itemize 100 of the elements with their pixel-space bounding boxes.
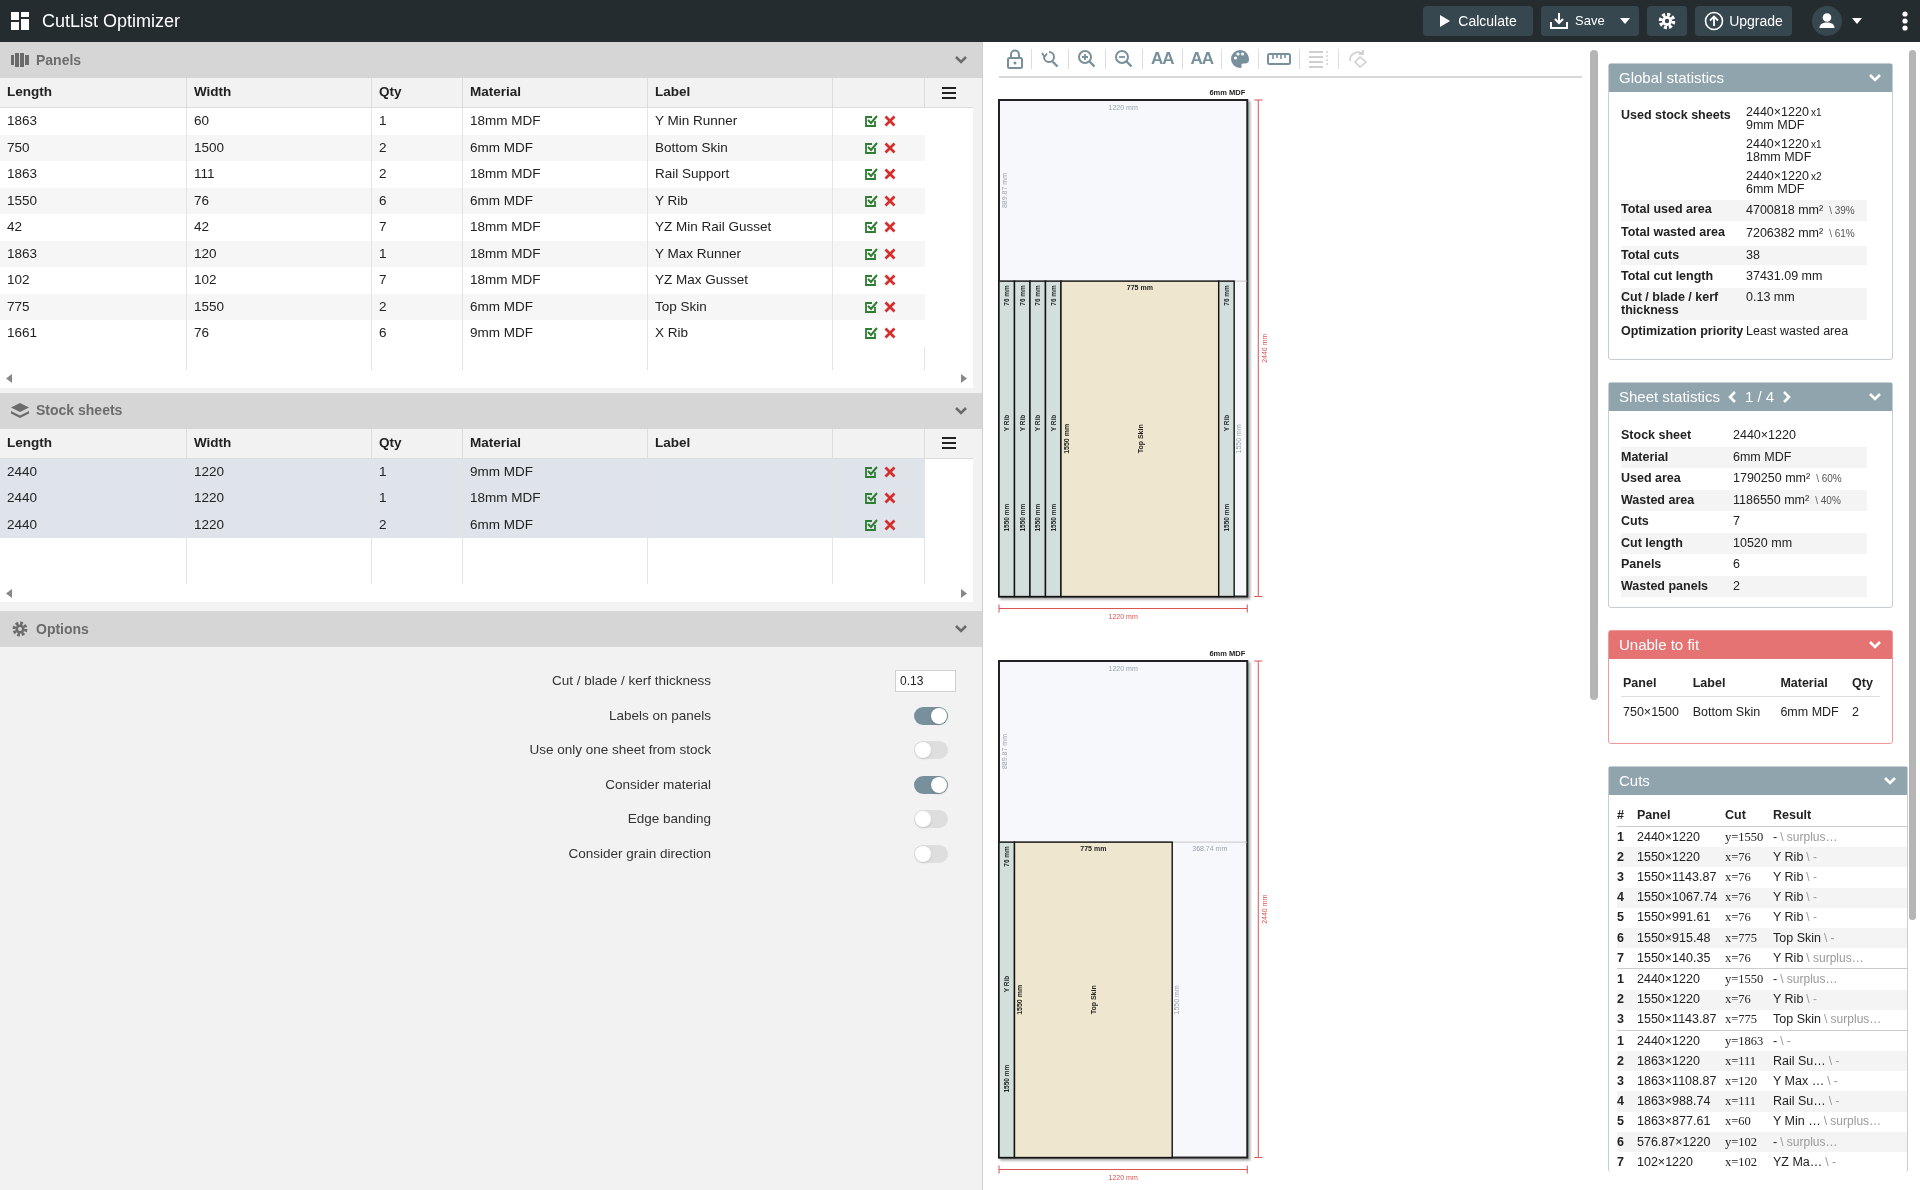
checkbox-edit-icon[interactable] xyxy=(864,140,878,155)
menu-icon[interactable] xyxy=(942,86,956,99)
table-cell-text: 1 xyxy=(379,244,387,263)
delete-icon[interactable] xyxy=(884,300,896,313)
stat-label: Optimization priority xyxy=(1621,325,1745,338)
column-header: Panel xyxy=(1637,807,1672,825)
table-cell-text: YZ Max Gusset xyxy=(655,271,749,290)
stat-label: Panels xyxy=(1621,558,1663,572)
table-cell-text: y=1550 xyxy=(1725,971,1765,989)
delete-icon[interactable] xyxy=(884,221,896,234)
table-cell-text: 111 xyxy=(194,165,215,184)
toggle-switch[interactable] xyxy=(914,810,948,829)
checkbox-edit-icon[interactable] xyxy=(864,491,878,506)
table-cell-text: 102 xyxy=(7,271,30,290)
scroll-right-icon[interactable] xyxy=(961,374,967,383)
toggle-switch[interactable] xyxy=(914,741,948,760)
delete-icon[interactable] xyxy=(884,115,896,128)
delete-icon[interactable] xyxy=(884,518,896,531)
table-cell-text: 76 xyxy=(194,324,210,343)
table-row[interactable]: 2440 1220 1 9mm MDF xyxy=(0,458,925,485)
checkbox-edit-icon[interactable] xyxy=(864,246,878,261)
table-cell-text: y=102 xyxy=(1725,1133,1759,1151)
save-button[interactable]: Save xyxy=(1541,6,1639,36)
delete-icon[interactable] xyxy=(884,274,896,287)
chevron-down-icon[interactable] xyxy=(954,405,968,416)
table-row[interactable]: 1550 76 6 6mm MDF Y Rib xyxy=(0,187,925,214)
table-cell-text: 6mm MDF xyxy=(470,138,533,157)
scroll-right-icon[interactable] xyxy=(961,588,967,598)
table-cell-text: 1 xyxy=(379,112,387,131)
checkbox-edit-icon[interactable] xyxy=(864,273,878,288)
scrollbar[interactable] xyxy=(1909,50,1916,920)
delete-icon[interactable] xyxy=(884,247,896,260)
checkbox-edit-icon[interactable] xyxy=(864,517,878,532)
chevron-down-icon[interactable] xyxy=(954,55,968,65)
checkbox-edit-icon[interactable] xyxy=(864,114,878,129)
upgrade-button[interactable]: Upgrade xyxy=(1695,6,1792,36)
checkbox-edit-icon[interactable] xyxy=(864,220,878,235)
table-cell-text: 775 xyxy=(7,297,30,316)
table-cell-text: 6mm MDF xyxy=(470,297,533,316)
toggle-switch[interactable] xyxy=(914,706,948,725)
checkbox-edit-icon[interactable] xyxy=(864,299,878,314)
sheet-size: 2440×1220 xyxy=(1746,106,1809,118)
section-header[interactable]: Panels xyxy=(0,42,982,78)
stat-label: Material xyxy=(1621,450,1670,464)
toggle-switch[interactable] xyxy=(914,844,948,863)
table-cell-text: y=1863 xyxy=(1725,1032,1765,1050)
stat-value: 6mm MDF xyxy=(1733,450,1792,464)
cut-number: 1 xyxy=(1617,971,1625,989)
table-cell-text: 2440×1220 xyxy=(1637,971,1701,989)
toggle-switch[interactable] xyxy=(914,775,948,794)
settings-button[interactable] xyxy=(1647,6,1687,36)
table-cell-text: Y Rib xyxy=(655,191,688,210)
page-indicator: 1 / 4 xyxy=(1744,386,1775,407)
table-row[interactable]: 750 1500 2 6mm MDF Bottom Skin xyxy=(0,134,925,161)
table-cell-text: 6mm MDF xyxy=(470,515,533,534)
card-title: Cuts xyxy=(1619,770,1650,791)
account-menu[interactable] xyxy=(1812,6,1862,36)
previous-icon[interactable] xyxy=(1727,391,1737,403)
result-text: YZ Ma… xyxy=(1773,1153,1823,1171)
delete-icon[interactable] xyxy=(884,327,896,340)
column-header: Width xyxy=(194,83,232,102)
table-row[interactable]: 2440 1220 1 18mm MDF xyxy=(0,485,925,512)
checkbox-edit-icon[interactable] xyxy=(864,464,878,479)
scrollbar[interactable] xyxy=(1590,50,1598,700)
table-cell-text: 1863×1220 xyxy=(1637,1052,1701,1070)
stat-label: Stock sheet xyxy=(1621,429,1693,443)
scroll-left-icon[interactable] xyxy=(6,374,12,383)
delete-icon[interactable] xyxy=(884,492,896,505)
table-cell-text: 1863×1108.87 xyxy=(1637,1072,1718,1090)
kerf-thickness-field[interactable]: 0.13 xyxy=(895,670,956,693)
checkbox-edit-icon[interactable] xyxy=(864,167,878,182)
delete-icon[interactable] xyxy=(884,465,896,478)
chevron-down-icon[interactable] xyxy=(954,624,968,634)
sheet-size: 2440×1220 xyxy=(1746,138,1809,150)
menu-icon[interactable] xyxy=(942,437,956,449)
section-header[interactable]: Stock sheets xyxy=(0,392,982,429)
cut-number: 4 xyxy=(1617,889,1625,907)
table-cell-text: 1661 xyxy=(7,324,38,343)
calculate-button[interactable]: Calculate xyxy=(1423,6,1533,36)
delete-icon[interactable] xyxy=(884,168,896,181)
user-avatar-icon xyxy=(1812,6,1842,36)
table-cell-text: 2 xyxy=(1851,703,1861,721)
result-text: - xyxy=(1773,971,1778,989)
table-row[interactable]: 775 1550 2 6mm MDF Top Skin xyxy=(0,293,925,320)
table-cell-text: 18mm MDF xyxy=(470,165,541,184)
next-icon[interactable] xyxy=(1782,391,1792,403)
table-cell-text: 6 xyxy=(379,324,387,343)
table-row[interactable]: 2440 1220 2 6mm MDF xyxy=(0,511,925,538)
delete-icon[interactable] xyxy=(884,194,896,207)
scroll-left-icon[interactable] xyxy=(6,588,12,598)
table-cell-text: 1550×1220 xyxy=(1637,848,1701,866)
delete-icon[interactable] xyxy=(884,141,896,154)
table-cell-text: 18mm MDF xyxy=(470,218,541,237)
table-row[interactable]: 1863 120 1 18mm MDF Y Max Runner xyxy=(0,240,925,267)
more-menu-button[interactable] xyxy=(1902,11,1908,31)
table-cell-text: x=775 xyxy=(1725,929,1759,947)
checkbox-edit-icon[interactable] xyxy=(864,326,878,341)
gear-icon xyxy=(1657,11,1677,31)
section-header[interactable]: Options xyxy=(0,611,982,647)
checkbox-edit-icon[interactable] xyxy=(864,193,878,208)
